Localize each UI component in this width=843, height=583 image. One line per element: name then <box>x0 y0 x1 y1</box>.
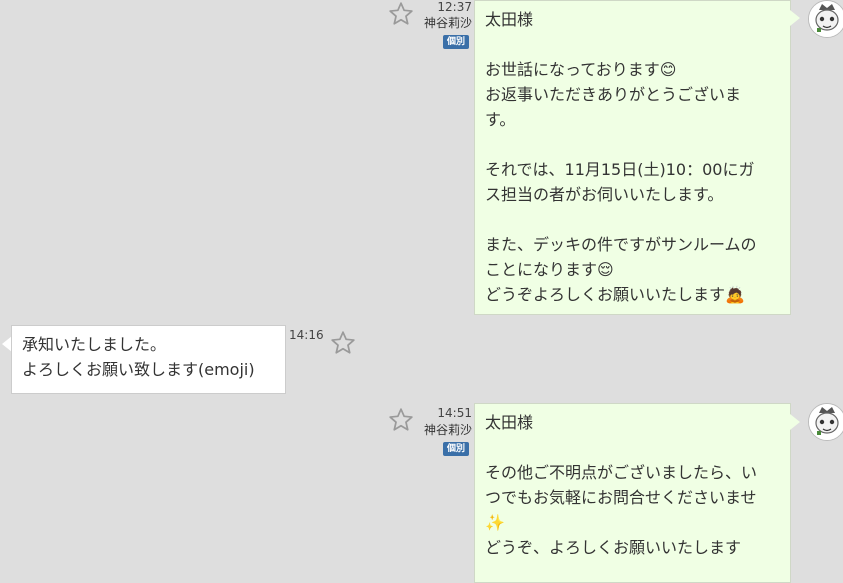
bubble-tail <box>790 414 800 430</box>
star-icon[interactable] <box>388 1 414 27</box>
bubble-tail <box>790 10 800 26</box>
user-avatar[interactable] <box>808 0 843 38</box>
star-icon[interactable] <box>388 407 414 433</box>
message-bubble: 承知いたしました。 よろしくお願い致します(emoji) <box>11 325 286 394</box>
message-bubble: 太田様 その他ご不明点がございましたら、い つでもお気軽にお問合せくださいませ … <box>474 403 791 583</box>
private-badge: 個別 <box>443 35 470 49</box>
message-time: 14:51 <box>437 406 472 420</box>
private-badge: 個別 <box>443 442 470 456</box>
user-avatar[interactable] <box>808 403 843 441</box>
message-bubble: 太田様 お世話になっております😊 お返事いただきありがとうございま す。 それで… <box>474 0 791 315</box>
message-time: 14:16 <box>289 328 324 342</box>
star-icon[interactable] <box>330 330 356 356</box>
message-time: 12:37 <box>437 0 472 14</box>
